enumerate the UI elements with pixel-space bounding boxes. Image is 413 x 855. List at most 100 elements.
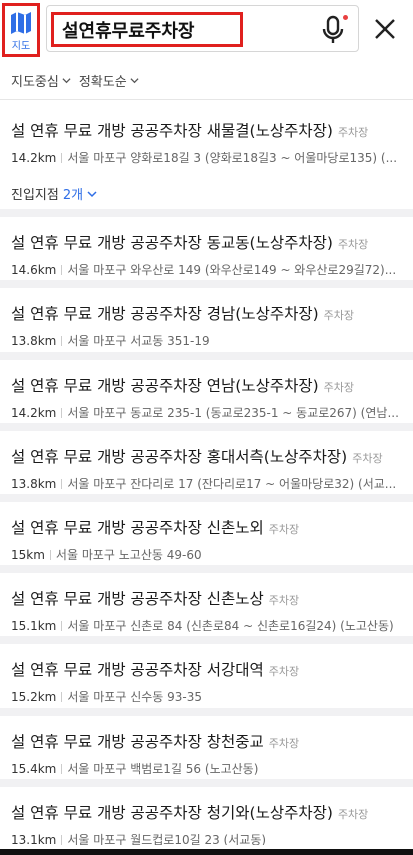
result-title: 설 연휴 무료 개방 공공주차장 서강대역 주차장 (11, 658, 405, 680)
result-title: 설 연휴 무료 개방 공공주차장 경남(노상주차장) 주차장 (11, 302, 405, 324)
divider (49, 550, 51, 560)
mic-badge-dot (343, 15, 348, 20)
result-address: 서울 마포구 동교로 235-1 (동교로235-1 ~ 동교로267) (연남… (67, 406, 399, 420)
result-subline: 15.2km 서울 마포구 신수동 93-35 (11, 688, 405, 705)
result-category: 주차장 (323, 309, 355, 322)
result-subline: 15.1km 서울 마포구 신촌로 84 (신촌로84 ~ 신촌로16길24) (… (11, 617, 405, 634)
result-category: 주차장 (337, 126, 369, 139)
result-address: 서울 마포구 백범로1길 56 (노고산동) (67, 762, 259, 776)
top-bar: 지도 (0, 0, 413, 62)
result-address: 서울 마포구 신수동 93-35 (67, 690, 202, 704)
map-button-label: 지도 (11, 41, 31, 52)
result-address: 서울 마포구 잔다리로 17 (잔다리로17 ~ 어울마당로32) (서교... (67, 477, 397, 491)
result-name: 설 연휴 무료 개방 공공주차장 경남(노상주차장) (11, 305, 319, 323)
result-distance: 15.1km (11, 619, 57, 633)
result-subline: 15km 서울 마포구 노고산동 49-60 (11, 546, 405, 563)
filter-label: 지도중심 (11, 75, 59, 90)
result-address: 서울 마포구 양화로18길 3 (양화로18길3 ~ 어울마당로135) (..… (67, 151, 398, 165)
chevron-down-icon (62, 78, 71, 84)
result-title: 설 연휴 무료 개방 공공주차장 청기와(노상주차장) 주차장 (11, 801, 405, 823)
result-name: 설 연휴 무료 개방 공공주차장 새물결(노상주차장) (11, 122, 333, 140)
result-address: 서울 마포구 서교동 351-19 (67, 334, 210, 348)
result-distance: 14.6km (11, 263, 57, 277)
result-title: 설 연휴 무료 개방 공공주차장 동교동(노상주차장) 주차장 (11, 231, 405, 253)
result-distance: 13.8km (11, 334, 57, 348)
divider (61, 692, 63, 702)
map-button[interactable]: 지도 (2, 3, 40, 57)
result-item[interactable]: 설 연휴 무료 개방 공공주차장 창천중교 주차장 15.4km 서울 마포구 백범… (0, 716, 413, 787)
result-name: 설 연휴 무료 개방 공공주차장 창천중교 (11, 733, 264, 751)
result-address: 서울 마포구 노고산동 49-60 (55, 548, 202, 562)
result-subline: 14.2km 서울 마포구 동교로 235-1 (동교로235-1 ~ 동교로26… (11, 404, 405, 421)
result-category: 주차장 (352, 452, 383, 465)
divider (61, 479, 63, 489)
divider (61, 265, 63, 275)
result-title: 설 연휴 무료 개방 공공주차장 창천중교 주차장 (11, 730, 405, 752)
result-item[interactable]: 설 연휴 무료 개방 공공주차장 새물결(노상주차장) 주차장 14.2km 서울 … (0, 100, 413, 217)
divider (61, 621, 63, 631)
result-category: 주차장 (268, 665, 300, 678)
divider (61, 153, 63, 163)
result-category: 주차장 (268, 523, 300, 536)
result-distance: 13.8km (11, 477, 57, 491)
result-distance: 14.2km (11, 406, 57, 420)
result-name: 설 연휴 무료 개방 공공주차장 청기와(노상주차장) (11, 804, 333, 822)
result-item[interactable]: 설 연휴 무료 개방 공공주차장 서강대역 주차장 15.2km 서울 마포구 신수… (0, 644, 413, 716)
result-title: 설 연휴 무료 개방 공공주차장 신촌노외 주차장 (11, 516, 405, 538)
result-subline: 14.6km 서울 마포구 와우산로 149 (와우산로149 ~ 와우산로29길… (11, 261, 405, 278)
result-item[interactable]: 설 연휴 무료 개방 공공주차장 홍대서측(노상주차장) 주차장 13.8km 서울… (0, 431, 413, 502)
divider (61, 764, 63, 774)
result-distance: 15km (11, 548, 45, 562)
result-name: 설 연휴 무료 개방 공공주차장 홍대서측(노상주차장) (11, 448, 348, 466)
mic-icon (322, 15, 344, 43)
result-category: 주차장 (268, 594, 300, 607)
result-item[interactable]: 설 연휴 무료 개방 공공주차장 신촌노외 주차장 15km 서울 마포구 노고산동… (0, 502, 413, 573)
chevron-down-icon (87, 190, 97, 197)
result-list: 설 연휴 무료 개방 공공주차장 새물결(노상주차장) 주차장 14.2km 서울 … (0, 100, 413, 845)
divider (61, 835, 63, 845)
filter-label: 정확도순 (78, 75, 127, 90)
result-title: 설 연휴 무료 개방 공공주차장 새물결(노상주차장) 주차장 (11, 119, 405, 141)
result-item[interactable]: 설 연휴 무료 개방 공공주차장 동교동(노상주차장) 주차장 14.6km 서울 … (0, 217, 413, 288)
result-title: 설 연휴 무료 개방 공공주차장 연남(노상주차장) 주차장 (11, 374, 405, 396)
result-subline: 13.8km 서울 마포구 잔다리로 17 (잔다리로17 ~ 어울마당로32) … (11, 475, 405, 492)
result-item[interactable]: 설 연휴 무료 개방 공공주차장 경남(노상주차장) 주차장 13.8km 서울 마… (0, 288, 413, 360)
result-name: 설 연휴 무료 개방 공공주차장 서강대역 (11, 661, 264, 679)
result-address: 서울 마포구 와우산로 149 (와우산로149 ~ 와우산로29길72)... (67, 263, 397, 277)
result-distance: 13.1km (11, 833, 57, 845)
map-icon (11, 12, 31, 34)
result-item[interactable]: 설 연휴 무료 개방 공공주차장 연남(노상주차장) 주차장 14.2km 서울 마… (0, 360, 413, 431)
entry-label: 진입지점 (11, 188, 59, 203)
result-category: 주차장 (323, 381, 355, 394)
close-button[interactable] (370, 14, 400, 44)
mic-button[interactable] (322, 15, 350, 45)
system-navigation-bar (0, 849, 413, 855)
result-title: 설 연휴 무료 개방 공공주차장 신촌노상 주차장 (11, 587, 405, 609)
result-title: 설 연휴 무료 개방 공공주차장 홍대서측(노상주차장) 주차장 (11, 445, 405, 467)
result-subline: 13.8km 서울 마포구 서교동 351-19 (11, 332, 405, 349)
result-distance: 14.2km (11, 151, 57, 165)
result-item[interactable]: 설 연휴 무료 개방 공공주차장 신촌노상 주차장 15.1km 서울 마포구 신촌… (0, 573, 413, 644)
entry-points-toggle[interactable]: 진입지점 2개 (11, 184, 405, 203)
search-input[interactable] (51, 12, 243, 47)
result-name: 설 연휴 무료 개방 공공주차장 신촌노상 (11, 590, 264, 608)
filter-bar: 지도중심 정확도순 (0, 62, 413, 100)
result-item[interactable]: 설 연휴 무료 개방 공공주차장 청기와(노상주차장) 주차장 13.1km 서울 … (0, 787, 413, 845)
result-subline: 14.2km 서울 마포구 양화로18길 3 (양화로18길3 ~ 어울마당로13… (11, 149, 405, 166)
result-address: 서울 마포구 신촌로 84 (신촌로84 ~ 신촌로16길24) (노고산동) (67, 619, 394, 633)
result-name: 설 연휴 무료 개방 공공주차장 연남(노상주차장) (11, 377, 319, 395)
result-subline: 15.4km 서울 마포구 백범로1길 56 (노고산동) (11, 760, 405, 777)
close-icon (375, 19, 395, 39)
chevron-down-icon (130, 78, 139, 84)
divider (61, 336, 63, 346)
result-category: 주차장 (337, 808, 369, 821)
entry-count: 2개 (62, 188, 84, 203)
result-category: 주차장 (268, 737, 300, 750)
filter-map-center[interactable]: 지도중심 (11, 71, 71, 90)
result-subline: 13.1km 서울 마포구 월드컵로10길 23 (서교동) (11, 831, 405, 845)
result-distance: 15.4km (11, 762, 57, 776)
divider (61, 408, 63, 418)
result-name: 설 연휴 무료 개방 공공주차장 동교동(노상주차장) (11, 234, 333, 252)
result-category: 주차장 (337, 238, 369, 251)
filter-sort-accuracy[interactable]: 정확도순 (79, 71, 139, 90)
